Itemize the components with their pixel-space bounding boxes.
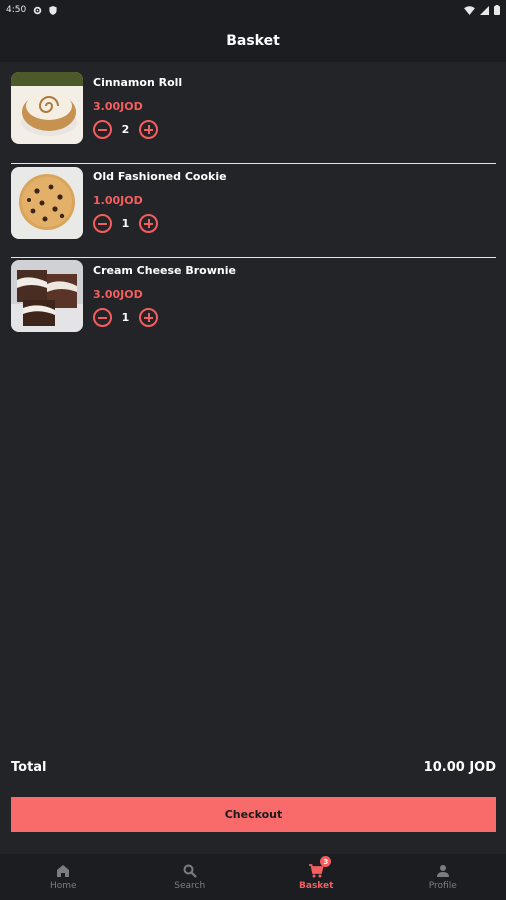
nav-item-home[interactable]: Home <box>0 854 127 900</box>
status-bar: 4:50 <box>0 0 506 20</box>
item-name: Cream Cheese Brownie <box>93 264 236 277</box>
item-quantity: 2 <box>121 123 130 136</box>
item-price: 1.00JOD <box>93 194 143 207</box>
decrease-quantity-button[interactable] <box>93 214 112 233</box>
settings-icon <box>33 6 42 14</box>
quantity-stepper: 1 <box>93 308 158 327</box>
quantity-stepper: 1 <box>93 214 158 233</box>
nav-label: Basket <box>299 881 334 891</box>
total-label: Total <box>11 760 47 775</box>
item-price: 3.00JOD <box>93 100 143 113</box>
basket-item[interactable]: Cinnamon Roll 3.00JOD 2 <box>11 70 496 164</box>
status-time: 4:50 <box>6 5 27 15</box>
app-bar: Basket <box>0 20 506 62</box>
item-name: Old Fashioned Cookie <box>93 170 227 183</box>
search-icon <box>183 864 197 878</box>
signal-icon <box>480 5 489 15</box>
item-price: 3.00JOD <box>93 288 143 301</box>
decrease-quantity-button[interactable] <box>93 308 112 327</box>
nav-item-profile[interactable]: Profile <box>380 854 506 900</box>
total-row: Total 10.00 JOD <box>11 760 496 775</box>
nav-label: Profile <box>428 881 457 891</box>
brownie-image <box>11 260 83 332</box>
increase-quantity-button[interactable] <box>139 214 158 233</box>
wifi-icon <box>464 5 475 15</box>
cinnamon-roll-image <box>11 72 83 144</box>
bottom-nav: Home Search 3 Basket Profile <box>0 854 506 900</box>
nav-item-search[interactable]: Search <box>127 854 254 900</box>
nav-item-basket[interactable]: 3 Basket <box>253 854 380 900</box>
cart-badge: 3 <box>320 856 332 867</box>
increase-quantity-button[interactable] <box>139 308 158 327</box>
nav-label: Home <box>49 881 77 891</box>
person-icon <box>436 865 449 877</box>
basket-item[interactable]: Old Fashioned Cookie 1.00JOD 1 <box>11 164 496 258</box>
total-value: 10.00 JOD <box>423 760 496 775</box>
home-icon <box>57 865 70 877</box>
shield-icon <box>49 5 57 15</box>
decrease-quantity-button[interactable] <box>93 120 112 139</box>
quantity-stepper: 2 <box>93 120 158 139</box>
basket-list: Cinnamon Roll 3.00JOD 2 Old Fashioned Co… <box>11 70 496 352</box>
item-quantity: 1 <box>121 311 130 324</box>
item-quantity: 1 <box>121 217 130 230</box>
increase-quantity-button[interactable] <box>139 120 158 139</box>
item-name: Cinnamon Roll <box>93 76 183 89</box>
page-title: Basket <box>226 33 280 49</box>
battery-icon <box>494 5 500 15</box>
nav-label: Search <box>174 881 206 891</box>
basket-item[interactable]: Cream Cheese Brownie 3.00JOD 1 <box>11 258 496 352</box>
checkout-button[interactable]: Checkout <box>11 797 496 832</box>
cookie-image <box>11 167 83 239</box>
